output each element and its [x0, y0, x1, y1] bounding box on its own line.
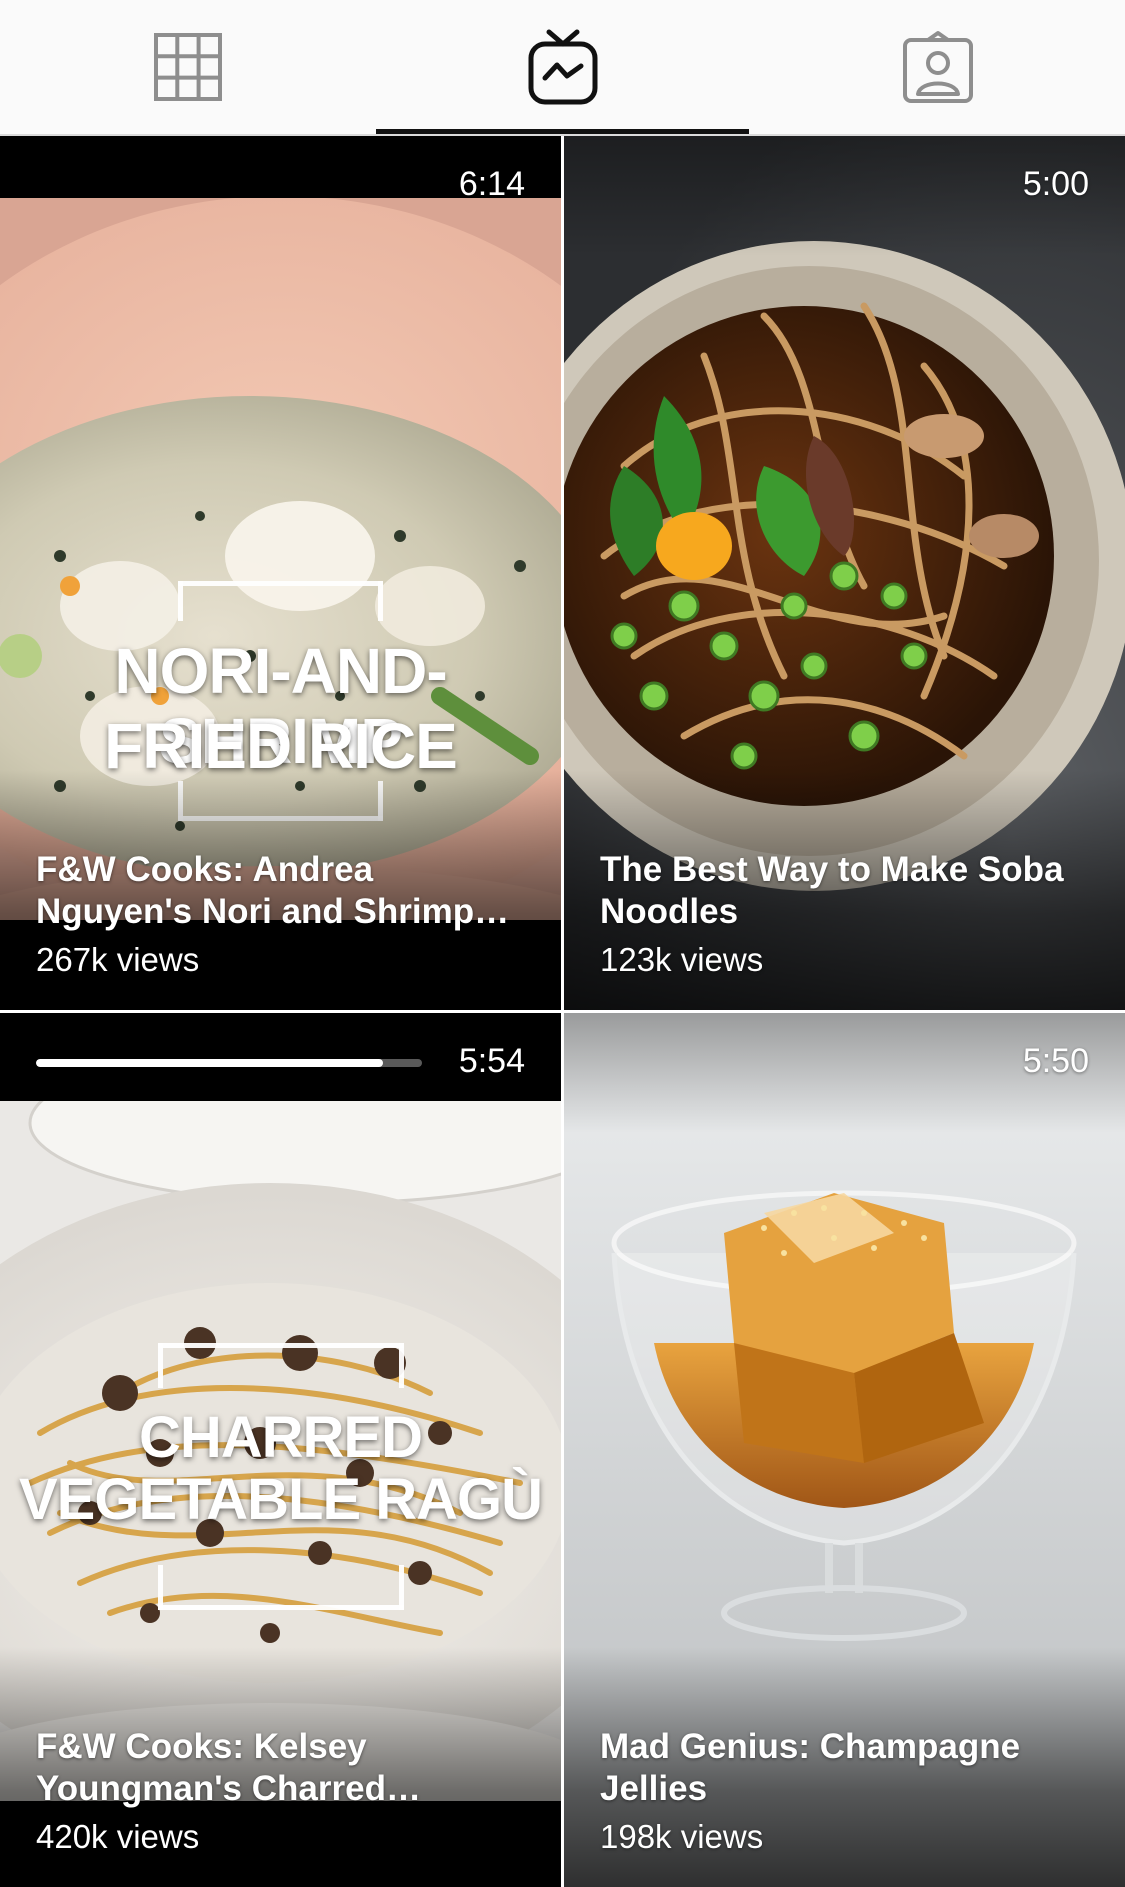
- view-count: 267k views: [36, 941, 200, 978]
- view-count: 123k views: [600, 941, 764, 978]
- video-tile-soba-noodles[interactable]: 5:00 The Best Way to Make Soba Noodles 1…: [564, 136, 1125, 1010]
- video-caption: The Best Way to Make Soba Noodles 123k v…: [600, 849, 1095, 980]
- video-tile-champagne-jellies[interactable]: 5:50 Mad Genius: Champagne Jellies 198k …: [564, 1013, 1125, 1887]
- title-card-frame-left: [158, 1343, 163, 1388]
- video-caption: F&W Cooks: Kelsey Youngman's Charred Veg…: [36, 1726, 531, 1857]
- video-tile-fried-rice[interactable]: NORI-AND-SHRIMP FRIED RICE 6:14 F&W Cook…: [0, 136, 561, 1010]
- thumbnail-title-line-1: CHARRED: [139, 1405, 423, 1470]
- profile-tab-bar: [0, 0, 1125, 136]
- video-duration: 5:50: [1022, 1042, 1089, 1080]
- title-card-frame-right: [399, 1343, 404, 1388]
- video-title: The Best Way to Make Soba Noodles: [600, 850, 1064, 931]
- view-count: 198k views: [600, 1818, 764, 1855]
- video-tile-charred-vegetable-ragu[interactable]: CHARRED VEGETABLE RAGÙ 5:54 F&W Cooks: K…: [0, 1013, 561, 1887]
- video-duration: 5:00: [1022, 165, 1089, 203]
- tab-igtv[interactable]: [375, 0, 750, 134]
- video-caption: F&W Cooks: Andrea Nguyen's Nori and Shri…: [36, 849, 531, 980]
- title-card-frame-bottom: [158, 1605, 404, 1610]
- tab-grid[interactable]: [0, 0, 375, 134]
- thumbnail-title-line-2: VEGETABLE RAGÙ: [18, 1467, 543, 1532]
- active-tab-indicator: [376, 129, 749, 134]
- tab-tagged[interactable]: [750, 0, 1125, 134]
- video-duration: 5:54: [458, 1042, 525, 1080]
- watch-progress-bar: [36, 1059, 422, 1067]
- title-card-frame-right: [378, 581, 383, 621]
- video-caption: Mad Genius: Champagne Jellies 198k views: [600, 1726, 1095, 1857]
- title-card-frame-left-bottom: [158, 1565, 163, 1610]
- watch-progress-fill: [36, 1059, 384, 1067]
- tagged-icon: [902, 31, 973, 103]
- title-card-frame-right-bottom: [399, 1565, 404, 1610]
- title-card-frame: [158, 1343, 404, 1348]
- view-count: 420k views: [36, 1818, 200, 1855]
- video-title: F&W Cooks: Andrea Nguyen's Nori and Shri…: [36, 850, 475, 931]
- video-title: F&W Cooks: Kelsey Youngman's Charred Veg…: [36, 1727, 386, 1808]
- grid-icon: [153, 33, 222, 101]
- video-duration: 6:14: [458, 165, 525, 203]
- igtv-icon: [528, 29, 597, 105]
- igtv-video-grid: NORI-AND-SHRIMP FRIED RICE 6:14 F&W Cook…: [0, 136, 1125, 1887]
- video-title: Mad Genius: Champagne Jellies: [600, 1727, 1021, 1808]
- title-card-frame-left: [178, 581, 183, 621]
